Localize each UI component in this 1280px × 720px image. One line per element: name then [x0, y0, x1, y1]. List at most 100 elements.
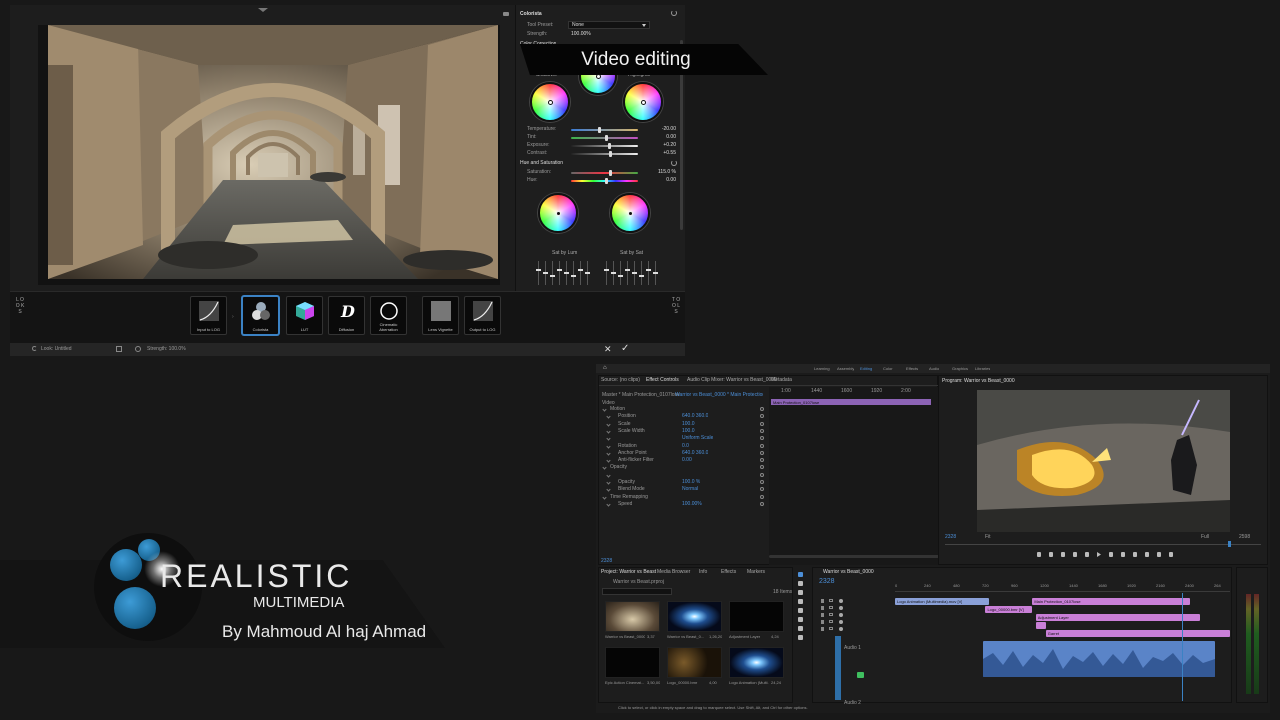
effect-row[interactable]: Time Remapping [599, 494, 769, 501]
fader[interactable] [625, 261, 630, 285]
track-visibility-icon[interactable] [839, 613, 843, 617]
strength-value[interactable]: 100.00% [571, 31, 591, 38]
bin-thumbnail[interactable] [667, 647, 722, 678]
effect-value[interactable]: 640.0 360.0 [682, 413, 708, 420]
project-search-input[interactable] [602, 588, 672, 595]
fader-knob[interactable] [625, 269, 630, 271]
workspace-tab-graphics[interactable]: Graphics [952, 365, 968, 372]
fader-knob[interactable] [639, 275, 644, 277]
slider-knob[interactable] [597, 127, 601, 133]
project-tab[interactable]: Info [699, 569, 707, 575]
effect-value[interactable]: Uniform Scale [682, 435, 713, 442]
out-point-icon[interactable] [1061, 552, 1065, 557]
clip-path-sequence[interactable]: Warrior vs Beast_0000 * Main Protection_… [675, 392, 763, 399]
track-select-icon[interactable] [798, 581, 803, 586]
tool-curve[interactable]: Output to LOG [464, 296, 501, 335]
step-forward-icon[interactable] [1109, 552, 1113, 557]
fader[interactable] [564, 261, 569, 285]
resolution-select[interactable]: Full [1201, 534, 1209, 541]
fader-knob[interactable] [536, 269, 541, 271]
track-lock-icon[interactable] [821, 627, 824, 631]
effect-value[interactable]: 0.0 [682, 443, 689, 450]
fader[interactable] [543, 261, 548, 285]
slider-value[interactable]: +0.20 [663, 142, 676, 149]
bin-item[interactable]: Logo Animation (Multi... 24,24 [729, 647, 787, 689]
disclosure-icon[interactable] [606, 487, 611, 492]
slip-tool-icon[interactable] [798, 608, 803, 613]
timeline-clip[interactable]: Logo_00000.bmr [V] [985, 606, 1033, 613]
slider-knob[interactable] [609, 170, 613, 176]
undo-icon[interactable] [32, 346, 37, 351]
razor-tool-icon[interactable] [798, 599, 803, 604]
check-icon[interactable]: ✓ [621, 343, 629, 354]
fit-select[interactable]: Fit [985, 534, 991, 541]
save-look-icon[interactable] [116, 346, 122, 352]
effect-row[interactable]: Uniform Scale [599, 435, 769, 442]
look-name[interactable]: Look: Untitled [41, 346, 72, 353]
effect-row[interactable]: Scale 100.0 [599, 421, 769, 428]
tool-colorista[interactable]: Colorista [242, 296, 279, 335]
effect-row[interactable]: Position 640.0 360.0 [599, 413, 769, 420]
reset-icon[interactable] [760, 436, 764, 441]
fader-knob[interactable] [571, 275, 576, 277]
bin-item[interactable]: Logo_00000.bmr 4,00 [667, 647, 725, 689]
close-icon[interactable]: ✕ [604, 344, 612, 355]
fader[interactable] [557, 261, 562, 285]
disclosure-icon[interactable] [606, 436, 611, 441]
track-sync-icon[interactable] [829, 599, 833, 602]
home-icon[interactable]: ⌂ [603, 365, 607, 371]
project-tab[interactable]: Media Browser [657, 569, 690, 575]
sequence-tab[interactable]: Warrior vs Beast_0000 [823, 569, 874, 576]
reset-icon[interactable] [760, 407, 764, 411]
timeline-playhead[interactable] [1182, 593, 1183, 701]
pen-tool-icon[interactable] [798, 617, 803, 622]
disable-icon[interactable] [135, 346, 141, 352]
in-point-icon[interactable] [1049, 552, 1053, 557]
highlights-color-wheel[interactable] [623, 82, 663, 122]
fader[interactable] [646, 261, 651, 285]
track-visibility-icon[interactable] [839, 599, 843, 603]
track-lock-icon[interactable] [821, 613, 824, 617]
reset-icon[interactable] [760, 421, 764, 426]
bin-thumbnail[interactable] [605, 647, 660, 678]
reset-icon[interactable] [671, 10, 677, 16]
tool-ring[interactable]: Cinematic Aberration [370, 296, 407, 335]
tool-preset-select[interactable]: None [568, 21, 650, 29]
track-sync-icon[interactable] [829, 627, 833, 630]
export-frame-icon[interactable] [1157, 552, 1161, 557]
selection-tool-icon[interactable] [798, 572, 803, 577]
workspace-tab-audio[interactable]: Audio [929, 365, 939, 372]
disclosure-icon[interactable] [606, 414, 611, 419]
slider-knob[interactable] [607, 143, 611, 149]
hue-saturation-header[interactable]: Hue and Saturation [520, 160, 563, 167]
looks-side-button[interactable]: L O O K S [14, 297, 26, 335]
reset-icon[interactable] [760, 443, 764, 448]
effect-value[interactable]: Normal [682, 486, 698, 493]
solo-toggle[interactable] [857, 672, 864, 678]
fader[interactable] [536, 261, 541, 285]
insert-icon[interactable] [1133, 552, 1137, 557]
effect-value[interactable]: 0.00 [682, 457, 692, 464]
track-lock-icon[interactable] [821, 620, 824, 624]
effect-value[interactable]: 100.00% [682, 501, 702, 508]
workspace-tab-editing[interactable]: Editing [860, 365, 872, 372]
bin-item[interactable]: Epic Action Cinemat... 3,50,00 [605, 647, 663, 689]
track-visibility-icon[interactable] [839, 620, 843, 624]
disclosure-icon[interactable] [602, 494, 607, 500]
bin-thumbnail[interactable] [729, 647, 784, 678]
fader-knob[interactable] [557, 269, 562, 271]
timeline-clip[interactable] [1035, 622, 1046, 629]
fader-knob[interactable] [550, 275, 555, 277]
tool-diffusion[interactable]: D Diffusion [328, 296, 365, 335]
workspace-tab-color[interactable]: Color [883, 365, 893, 372]
timeline-clip[interactable]: Adjustment Layer [1035, 614, 1200, 621]
effect-row[interactable]: Anchor Point 640.0 360.0 [599, 450, 769, 457]
effect-row[interactable]: Opacity [599, 464, 769, 471]
fader-knob[interactable] [646, 269, 651, 271]
slider-knob[interactable] [609, 151, 613, 157]
slider-value[interactable]: 0.00 [666, 177, 676, 184]
slider-track[interactable] [571, 127, 638, 133]
slider-knob[interactable] [604, 135, 608, 141]
slider-track[interactable] [571, 170, 638, 176]
slider-value[interactable]: +0.55 [663, 150, 676, 157]
